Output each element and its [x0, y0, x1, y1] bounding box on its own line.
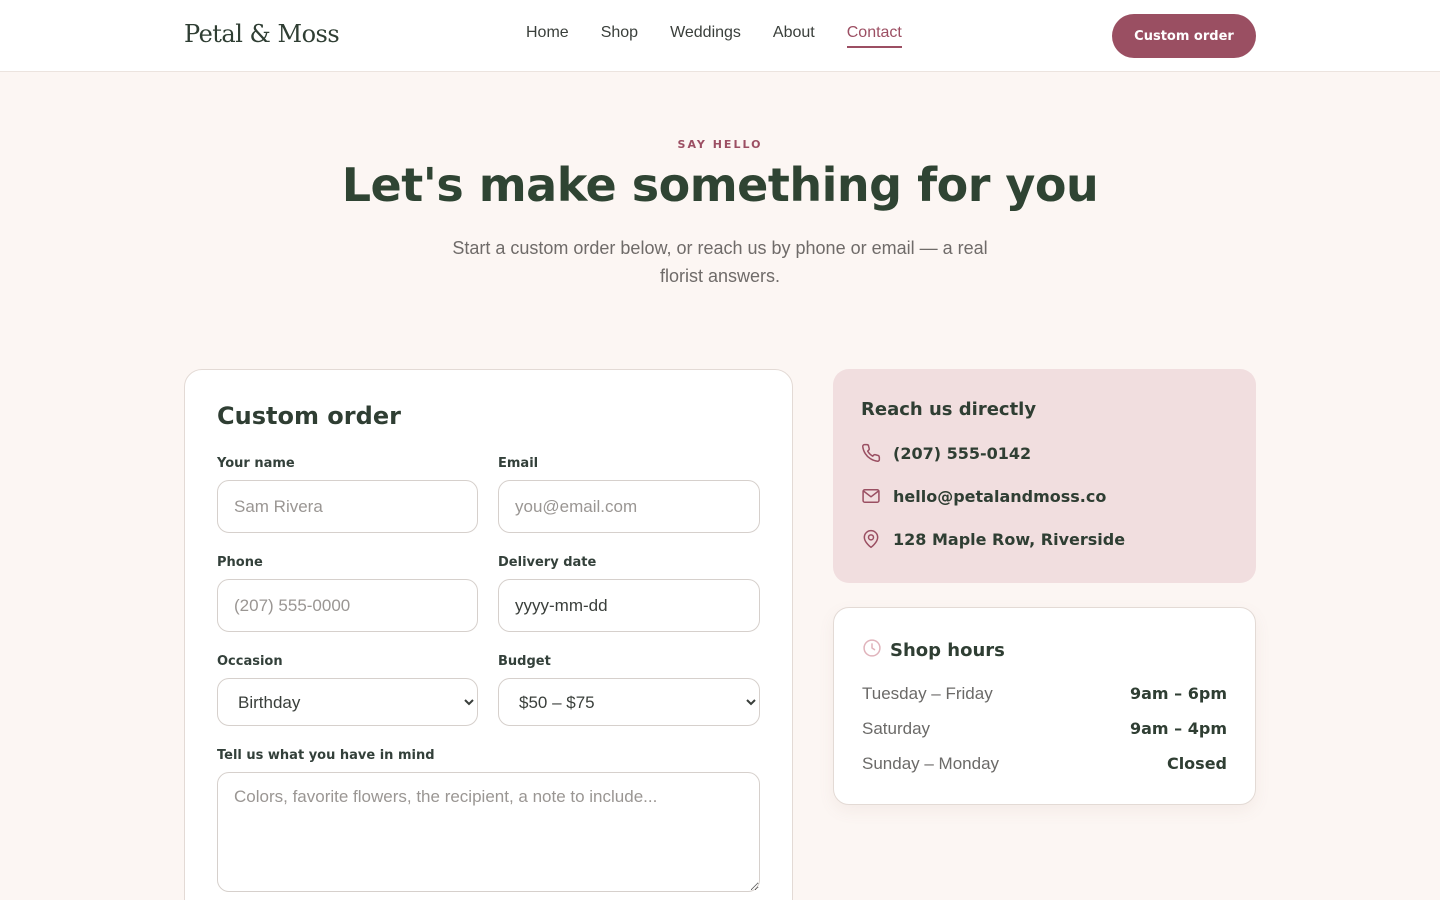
occasion-select[interactable]: Birthday	[217, 678, 478, 726]
reach-title: Reach us directly	[861, 399, 1037, 420]
custom-order-button[interactable]: Custom order	[1112, 14, 1256, 58]
name-label: Your name	[217, 456, 295, 471]
phone-label: Phone	[217, 555, 263, 570]
reach-address[interactable]: 128 Maple Row, Riverside	[861, 529, 1125, 549]
nav-weddings[interactable]: Weddings	[670, 24, 741, 48]
delivery-date-input[interactable]	[498, 579, 760, 632]
main-nav: Home Shop Weddings About Contact	[526, 24, 902, 48]
hero-subtitle: Start a custom order below, or reach us …	[452, 238, 988, 286]
reach-us-card: Reach us directly (207) 555-0142 hello@p…	[833, 369, 1256, 583]
site-header: Petal & Moss Home Shop Weddings About Co…	[0, 0, 1440, 72]
delivery-date-label: Delivery date	[498, 555, 597, 570]
email-address: hello@petalandmoss.co	[893, 486, 1107, 506]
message-label: Tell us what you have in mind	[217, 748, 435, 763]
nav-about[interactable]: About	[773, 24, 815, 48]
hours-day: Tuesday – Friday	[862, 684, 993, 703]
hours-day: Saturday	[862, 719, 931, 738]
hours-time: Closed	[1166, 754, 1227, 773]
hours-header: Shop hours	[862, 638, 1005, 662]
form-title: Custom order	[217, 402, 401, 430]
hours-row: Sunday – Monday Closed	[862, 754, 1227, 774]
page-title: Let's make something for you	[341, 158, 1099, 212]
reach-phone[interactable]: (207) 555-0142	[861, 443, 1031, 463]
budget-label: Budget	[498, 654, 551, 669]
message-textarea[interactable]	[217, 772, 760, 892]
custom-order-form: Custom order Your name Email Phone Deliv…	[184, 369, 793, 900]
hours-row: Tuesday – Friday 9am – 6pm	[862, 684, 1227, 704]
map-pin-icon	[861, 529, 881, 549]
phone-icon	[861, 443, 881, 463]
hours-title: Shop hours	[890, 639, 1005, 661]
reach-email[interactable]: hello@petalandmoss.co	[861, 486, 1106, 506]
mail-icon	[861, 486, 881, 506]
phone-input[interactable]	[217, 579, 478, 632]
hours-time: 9am – 6pm	[1130, 684, 1227, 703]
occasion-label: Occasion	[217, 654, 283, 669]
hours-time: 9am – 4pm	[1130, 719, 1227, 738]
email-label: Email	[498, 456, 539, 471]
brand-logo[interactable]: Petal & Moss	[184, 20, 340, 48]
hours-day: Sunday – Monday	[862, 754, 1000, 773]
budget-select[interactable]: $50 – $75	[498, 678, 760, 726]
nav-contact[interactable]: Contact	[846, 24, 902, 48]
email-input[interactable]	[498, 480, 760, 533]
hours-row: Saturday 9am – 4pm	[862, 719, 1227, 739]
shop-hours-card: Shop hours Tuesday – Friday 9am – 6pm Sa…	[833, 607, 1256, 805]
nav-shop[interactable]: Shop	[601, 24, 638, 48]
name-input[interactable]	[217, 480, 478, 533]
street-address: 128 Maple Row, Riverside	[893, 529, 1126, 549]
phone-number: (207) 555-0142	[893, 443, 1032, 463]
clock-icon	[862, 638, 882, 662]
hero-eyebrow: SAY HELLO	[677, 138, 763, 151]
nav-home[interactable]: Home	[526, 24, 569, 48]
